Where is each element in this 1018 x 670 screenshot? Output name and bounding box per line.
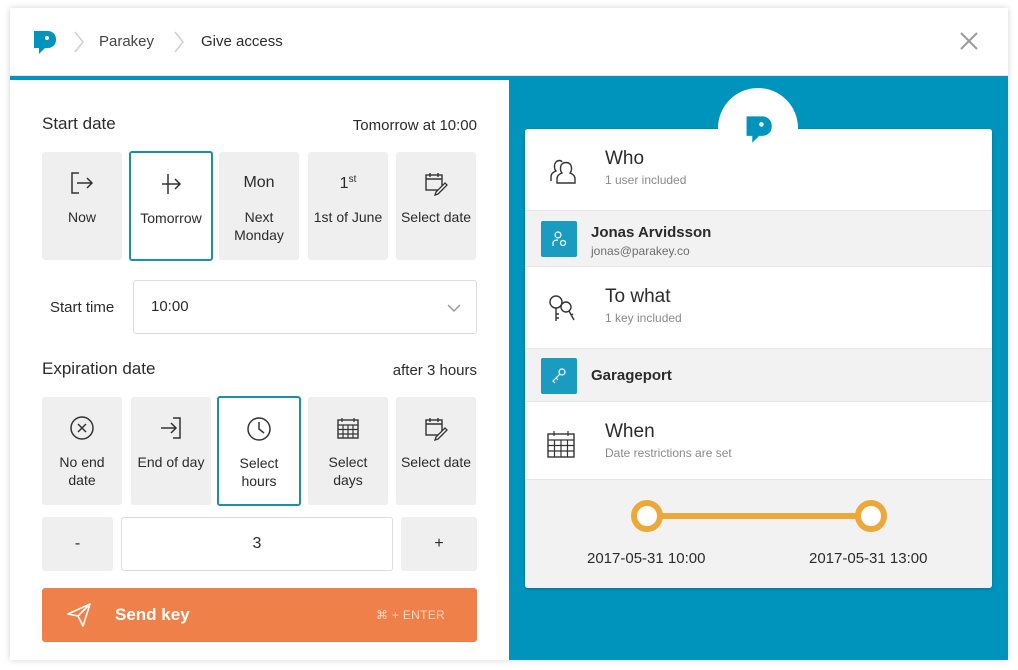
start-option-first-of-june[interactable]: 1st 1st of June bbox=[308, 152, 388, 260]
divider-arrow-icon bbox=[162, 174, 182, 194]
parakey-avatar bbox=[718, 88, 798, 168]
expiration-option-select-days-label: Select days bbox=[328, 454, 368, 488]
expiration-option-select-days[interactable]: Select days bbox=[308, 397, 388, 505]
top-bar: Parakey Give access bbox=[10, 8, 1008, 76]
to-what-subtitle: 1 key included bbox=[605, 311, 682, 325]
exit-icon bbox=[71, 172, 94, 194]
first-of-month-ordinal: 1st bbox=[339, 173, 357, 192]
summary-panel: Who 1 user included Jonas Arvidsson jona… bbox=[509, 80, 1008, 660]
key-name: Garageport bbox=[591, 367, 672, 384]
expiration-option-select-hours-label: Select hours bbox=[239, 455, 279, 489]
start-option-select-date-label: Select date bbox=[400, 209, 472, 225]
user-row[interactable]: Jonas Arvidsson jonas@parakey.co bbox=[525, 211, 992, 267]
start-option-tomorrow[interactable]: Tomorrow bbox=[129, 151, 213, 261]
send-key-shortcut: ⌘ + ENTER bbox=[375, 608, 445, 622]
circle-x-icon bbox=[70, 416, 94, 440]
calendar-edit-icon bbox=[425, 418, 448, 441]
expiration-option-end-of-day-label: End of day bbox=[137, 454, 205, 470]
start-time-label: Start time bbox=[50, 299, 115, 316]
start-option-select-date[interactable]: Select date bbox=[396, 152, 476, 260]
expiration-date-title: Expiration date bbox=[42, 359, 156, 378]
clock-icon bbox=[247, 417, 271, 441]
start-time-select[interactable]: 10:00 bbox=[133, 280, 477, 334]
who-title: Who bbox=[605, 148, 645, 169]
expiration-date-summary: after 3 hours bbox=[392, 362, 477, 379]
calendar-grid-icon bbox=[337, 418, 359, 439]
when-title: When bbox=[605, 421, 655, 442]
start-option-first-of-june-label: 1st of June bbox=[313, 209, 383, 225]
to-what-section: To what 1 key included bbox=[525, 267, 992, 349]
timeline-end-dot bbox=[855, 500, 887, 532]
enter-icon bbox=[161, 417, 181, 439]
start-option-next-monday-label: Next Monday bbox=[234, 209, 284, 243]
to-what-title: To what bbox=[605, 286, 671, 307]
start-date-title: Start date bbox=[42, 114, 116, 133]
keys-icon bbox=[549, 295, 575, 321]
chevron-down-icon bbox=[447, 304, 461, 313]
paper-plane-icon bbox=[67, 603, 91, 627]
send-key-label: Send key bbox=[115, 605, 190, 624]
start-time-value: 10:00 bbox=[151, 298, 189, 315]
start-option-now[interactable]: Now bbox=[42, 152, 122, 260]
expiration-option-select-date[interactable]: Select date bbox=[396, 397, 476, 505]
expiration-option-no-end-date[interactable]: No end date bbox=[42, 397, 122, 505]
access-form-panel: Start date Tomorrow at 10:00 Now Tomorro… bbox=[10, 80, 509, 660]
hours-decrement-button[interactable]: - bbox=[42, 517, 113, 571]
user-name: Jonas Arvidsson bbox=[591, 224, 712, 241]
parakey-logo-icon[interactable] bbox=[30, 28, 58, 56]
expiration-option-select-date-label: Select date bbox=[400, 454, 472, 470]
user-key-icon bbox=[552, 231, 567, 247]
when-subtitle: Date restrictions are set bbox=[605, 446, 732, 460]
expiration-option-select-hours[interactable]: Select hours bbox=[217, 396, 301, 506]
timeline-start-dot bbox=[631, 500, 663, 532]
expiration-option-no-end-date-label: No end date bbox=[59, 454, 105, 488]
close-icon[interactable] bbox=[958, 30, 980, 52]
calendar-edit-icon bbox=[425, 173, 448, 196]
breadcrumb-give-access: Give access bbox=[201, 33, 283, 50]
timeline-start-label: 2017-05-31 10:00 bbox=[587, 550, 706, 567]
user-badge bbox=[541, 221, 577, 257]
next-monday-day: Mon bbox=[243, 174, 275, 191]
send-key-button[interactable]: Send key ⌘ + ENTER bbox=[42, 588, 477, 642]
parakey-logo-icon bbox=[746, 116, 772, 143]
user-email: jonas@parakey.co bbox=[591, 244, 690, 258]
access-timeline: 2017-05-31 10:00 2017-05-31 13:00 bbox=[525, 480, 992, 588]
breadcrumb-parakey[interactable]: Parakey bbox=[99, 33, 154, 50]
hours-increment-button[interactable]: + bbox=[401, 517, 477, 571]
start-date-summary: Tomorrow at 10:00 bbox=[352, 117, 477, 134]
timeline-bar bbox=[647, 513, 871, 519]
give-access-window: Parakey Give access Start date Tomorrow … bbox=[10, 8, 1008, 660]
expiration-option-end-of-day[interactable]: End of day bbox=[131, 397, 211, 505]
start-option-next-monday[interactable]: Mon Next Monday bbox=[219, 152, 299, 260]
timeline-end-label: 2017-05-31 13:00 bbox=[809, 550, 928, 567]
calendar-icon bbox=[547, 431, 575, 458]
start-option-now-label: Now bbox=[67, 209, 96, 225]
key-icon bbox=[552, 368, 566, 384]
who-subtitle: 1 user included bbox=[605, 173, 687, 187]
chevron-right-icon bbox=[174, 31, 184, 53]
chevron-right-icon bbox=[74, 31, 84, 53]
when-section: When Date restrictions are set bbox=[525, 402, 992, 480]
summary-card: Who 1 user included Jonas Arvidsson jona… bbox=[525, 129, 992, 588]
key-row[interactable]: Garageport bbox=[525, 349, 992, 402]
hours-value-field[interactable]: 3 bbox=[121, 517, 393, 571]
start-option-tomorrow-label: Tomorrow bbox=[140, 210, 202, 226]
key-badge bbox=[541, 358, 577, 394]
users-icon bbox=[550, 159, 576, 184]
